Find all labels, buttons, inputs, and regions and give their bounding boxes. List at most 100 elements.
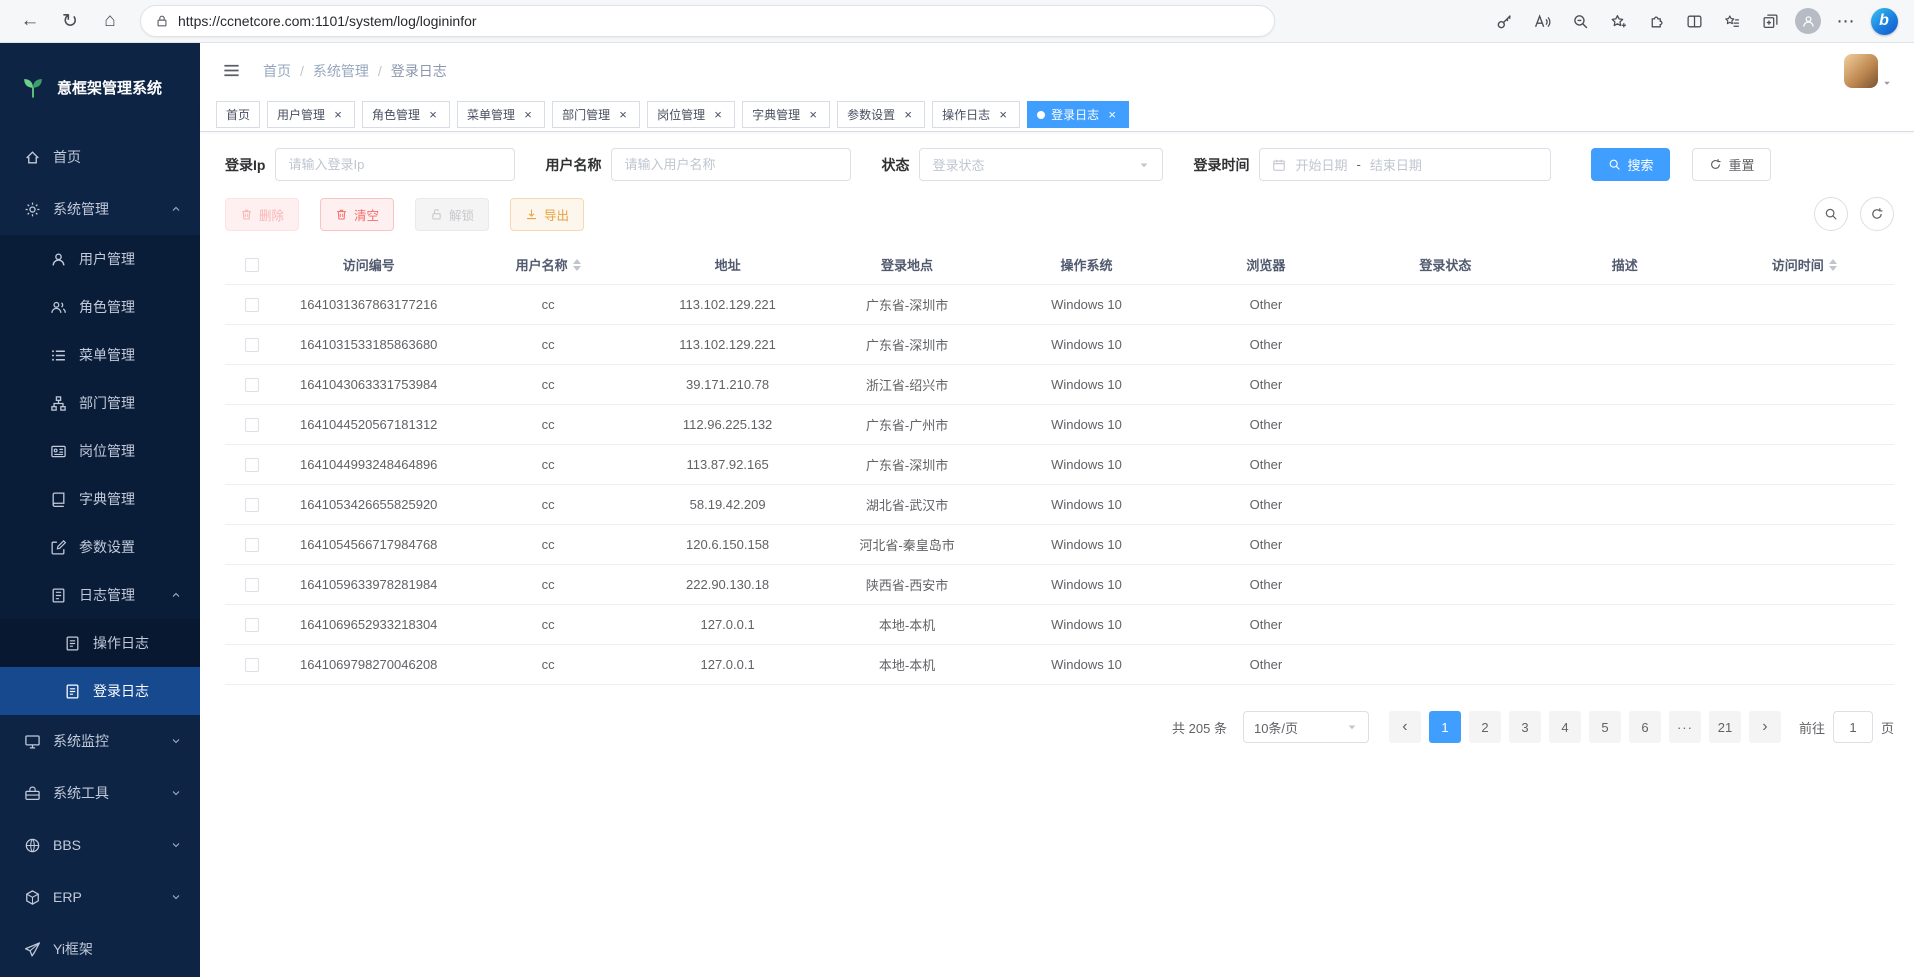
sidebar-item-bbs[interactable]: BBS [0, 819, 200, 871]
page-button-1[interactable]: 1 [1429, 711, 1461, 743]
password-key-icon[interactable] [1488, 7, 1520, 35]
tab-close-icon[interactable]: × [616, 108, 630, 122]
clear-button[interactable]: 清空 [320, 198, 394, 231]
split-screen-icon[interactable] [1678, 7, 1710, 35]
zoom-out-icon[interactable] [1564, 7, 1596, 35]
extensions-icon[interactable] [1640, 7, 1672, 35]
row-checkbox[interactable] [245, 338, 259, 352]
url-text[interactable]: https://ccnetcore.com:1101/system/log/lo… [178, 13, 477, 29]
reset-button[interactable]: 重置 [1692, 148, 1771, 181]
row-select-cell[interactable] [225, 325, 279, 364]
toggle-search-button[interactable] [1814, 197, 1848, 231]
sidebar-item-param-settings[interactable]: 参数设置 [0, 523, 200, 571]
settings-icon[interactable]: ⋯ [1830, 7, 1862, 35]
export-button[interactable]: 导出 [510, 198, 584, 231]
add-favorite-icon[interactable] [1602, 7, 1634, 35]
column-header-time[interactable]: 访问时间 [1715, 245, 1894, 284]
hamburger-icon[interactable] [222, 61, 241, 80]
start-date-input[interactable]: 开始日期 [1295, 155, 1347, 174]
more-pages-button[interactable]: ··· [1669, 711, 1701, 743]
sidebar-item-system-tools[interactable]: 系统工具 [0, 767, 200, 819]
tab-user-mgmt[interactable]: 用户管理 × [267, 101, 355, 128]
row-checkbox[interactable] [245, 498, 259, 512]
home-icon[interactable]: ⌂ [94, 6, 126, 36]
page-button-21[interactable]: 21 [1709, 711, 1741, 743]
row-checkbox[interactable] [245, 618, 259, 632]
date-range-picker[interactable]: 开始日期 - 结束日期 [1259, 148, 1551, 181]
unlock-button[interactable]: 解锁 [415, 198, 489, 231]
settings-dots-icon[interactable]: ⋯ [1837, 11, 1856, 32]
page-button-3[interactable]: 3 [1509, 711, 1541, 743]
sidebar-item-login-log[interactable]: 登录日志 [0, 667, 200, 715]
end-date-input[interactable]: 结束日期 [1370, 155, 1422, 174]
tab-close-icon[interactable]: × [521, 108, 535, 122]
tab-dept-mgmt[interactable]: 部门管理 × [552, 101, 640, 128]
user-menu[interactable] [1844, 54, 1892, 88]
url-bar[interactable]: https://ccnetcore.com:1101/system/log/lo… [140, 5, 1275, 37]
tab-login-log[interactable]: 登录日志 × [1027, 101, 1129, 128]
app-logo[interactable]: 意框架管理系统 [0, 43, 200, 131]
row-select-cell[interactable] [225, 525, 279, 564]
tab-operation-log[interactable]: 操作日志 × [932, 101, 1020, 128]
profile-avatar-icon[interactable] [1795, 8, 1821, 34]
tab-dict-mgmt[interactable]: 字典管理 × [742, 101, 830, 128]
page-button-2[interactable]: 2 [1469, 711, 1501, 743]
row-checkbox[interactable] [245, 538, 259, 552]
read-aloud-icon[interactable] [1526, 7, 1558, 35]
select-all-cell[interactable] [225, 245, 279, 284]
row-checkbox[interactable] [245, 378, 259, 392]
page-button-6[interactable]: 6 [1629, 711, 1661, 743]
row-select-cell[interactable] [225, 605, 279, 644]
page-button-4[interactable]: 4 [1549, 711, 1581, 743]
sidebar-item-user-mgmt[interactable]: 用户管理 [0, 235, 200, 283]
tab-role-mgmt[interactable]: 角色管理 × [362, 101, 450, 128]
row-select-cell[interactable] [225, 405, 279, 444]
row-checkbox[interactable] [245, 298, 259, 312]
sidebar-item-erp[interactable]: ERP [0, 871, 200, 923]
tab-menu-mgmt[interactable]: 菜单管理 × [457, 101, 545, 128]
back-icon[interactable]: ← [14, 6, 46, 36]
status-select[interactable]: 登录状态 [919, 148, 1163, 181]
sidebar-item-system-mgmt[interactable]: 系统管理 [0, 183, 200, 235]
row-select-cell[interactable] [225, 445, 279, 484]
bing-icon[interactable]: b [1868, 7, 1900, 35]
delete-button[interactable]: 删除 [225, 198, 299, 231]
bing-icon[interactable]: b [1871, 8, 1898, 35]
username-input[interactable] [624, 157, 838, 172]
row-select-cell[interactable] [225, 365, 279, 404]
favorites-bar-icon[interactable] [1716, 7, 1748, 35]
sidebar-item-log-mgmt[interactable]: 日志管理 [0, 571, 200, 619]
reload-icon[interactable]: ↻ [54, 6, 86, 36]
collections-icon[interactable] [1754, 7, 1786, 35]
row-checkbox[interactable] [245, 418, 259, 432]
row-checkbox[interactable] [245, 658, 259, 672]
sidebar-item-dept-mgmt[interactable]: 部门管理 [0, 379, 200, 427]
login-ip-input[interactable] [288, 157, 502, 172]
row-select-cell[interactable] [225, 485, 279, 524]
profile-icon[interactable] [1792, 7, 1824, 35]
sidebar-item-post-mgmt[interactable]: 岗位管理 [0, 427, 200, 475]
search-button[interactable]: 搜索 [1591, 148, 1670, 181]
tab-param-settings[interactable]: 参数设置 × [837, 101, 925, 128]
page-size-select[interactable]: 10条/页 [1243, 711, 1369, 743]
sidebar-item-dict-mgmt[interactable]: 字典管理 [0, 475, 200, 523]
sort-carets-icon[interactable] [1829, 259, 1837, 271]
sidebar-item-home[interactable]: 首页 [0, 131, 200, 183]
sidebar-item-menu-mgmt[interactable]: 菜单管理 [0, 331, 200, 379]
row-checkbox[interactable] [245, 578, 259, 592]
tab-close-icon[interactable]: × [996, 108, 1010, 122]
tab-close-icon[interactable]: × [806, 108, 820, 122]
row-select-cell[interactable] [225, 565, 279, 604]
sidebar-item-system-monitor[interactable]: 系统监控 [0, 715, 200, 767]
tab-close-icon[interactable]: × [331, 108, 345, 122]
tab-home[interactable]: 首页 [216, 101, 260, 128]
row-checkbox[interactable] [245, 458, 259, 472]
tab-close-icon[interactable]: × [426, 108, 440, 122]
row-select-cell[interactable] [225, 645, 279, 684]
sort-carets-icon[interactable] [573, 259, 581, 271]
prev-page-button[interactable]: ‹ [1389, 711, 1421, 743]
select-all-checkbox[interactable] [245, 258, 259, 272]
avatar[interactable] [1844, 54, 1878, 88]
tab-close-icon[interactable]: × [901, 108, 915, 122]
tab-close-icon[interactable]: × [1105, 108, 1119, 122]
